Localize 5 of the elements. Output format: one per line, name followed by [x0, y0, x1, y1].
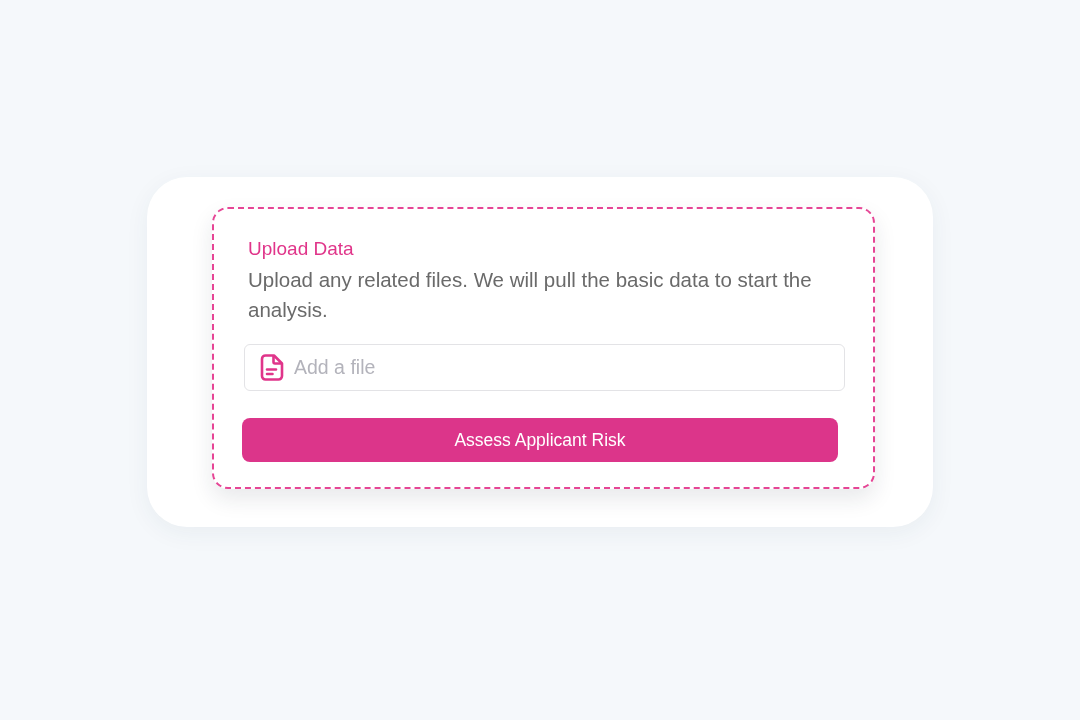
assess-risk-button[interactable]: Assess Applicant Risk	[242, 417, 838, 462]
file-input-field[interactable]: Add a file	[244, 343, 845, 391]
upload-description: Upload any related files. We will pull the basic data to start the analysis.	[248, 266, 813, 323]
upload-title: Upload Data	[248, 237, 355, 261]
document-icon	[260, 353, 284, 381]
